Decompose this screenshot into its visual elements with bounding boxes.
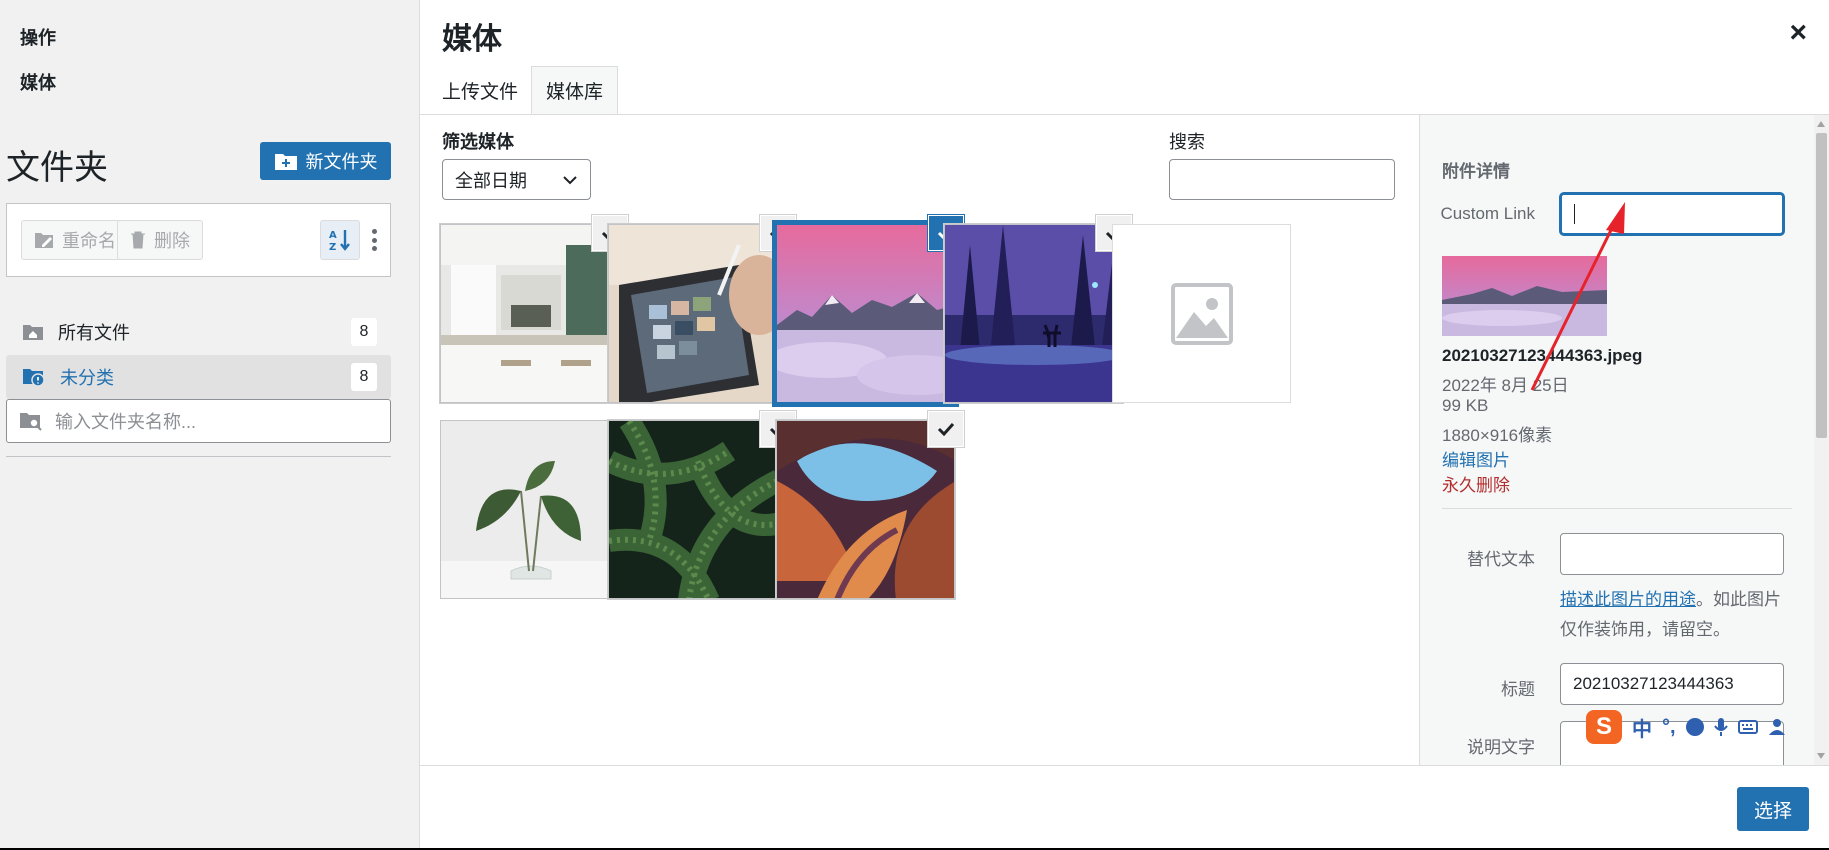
ime-logo-icon[interactable]: S: [1586, 710, 1622, 744]
folder-panel: 操作 媒体 文件夹 新文件夹 重命名 删除 A Z 所有文件 8 未分类 8 输…: [0, 0, 420, 848]
alt-text-help: 描述此图片的用途。如此图片仅作装饰用，请留空。: [1560, 585, 1790, 645]
trash-icon: [131, 231, 145, 249]
caption-label: 说明文字: [1467, 738, 1535, 757]
media-thumbnail: [944, 224, 1123, 403]
media-thumbnail: [440, 224, 619, 403]
media-thumbnail: [776, 224, 955, 403]
ime-punctuation[interactable]: °,: [1662, 716, 1676, 739]
close-button[interactable]: ×: [1789, 18, 1807, 48]
scroll-down-arrow-icon[interactable]: [1817, 753, 1825, 759]
image-placeholder-icon: [1170, 282, 1233, 345]
file-size: 99 KB: [1442, 396, 1489, 415]
scrollbar-thumb[interactable]: [1816, 133, 1827, 438]
svg-text:Z: Z: [329, 242, 336, 253]
divider: [1442, 508, 1792, 509]
folder-search-icon: [20, 413, 42, 431]
folder-count: 8: [351, 363, 377, 391]
tab-upload[interactable]: 上传文件: [428, 66, 532, 114]
divider: [6, 456, 391, 457]
media-thumbnail: [440, 420, 619, 599]
search-input[interactable]: [1169, 159, 1395, 200]
media-tile[interactable]: [944, 216, 1131, 403]
search-label: 搜索: [1169, 132, 1205, 152]
media-thumbnail: [608, 420, 787, 599]
media-tile[interactable]: [608, 412, 795, 599]
folder-search-input[interactable]: 输入文件夹名称...: [6, 399, 391, 443]
media-tile[interactable]: [608, 216, 795, 403]
modal-footer: 选择: [420, 765, 1829, 848]
date-filter-value: 全部日期: [455, 170, 527, 191]
modal-title: 媒体: [442, 23, 502, 56]
details-title: 附件详情: [1442, 162, 1510, 181]
alt-text-help-link[interactable]: 描述此图片的用途: [1560, 590, 1696, 609]
folder-label: 所有文件: [58, 323, 130, 343]
folder-alert-icon: [23, 369, 45, 387]
keyboard-icon[interactable]: [1737, 719, 1758, 735]
folder-search-placeholder: 输入文件夹名称...: [55, 412, 197, 432]
ime-toolbar[interactable]: S 中 °,: [1586, 706, 1829, 748]
filter-label: 筛选媒体: [442, 132, 514, 152]
scroll-up-arrow-icon[interactable]: [1817, 121, 1825, 127]
svg-text:A: A: [329, 230, 337, 241]
edit-image-link[interactable]: 编辑图片: [1442, 446, 1510, 471]
delete-permanently-link[interactable]: 永久删除: [1442, 471, 1510, 496]
folder-edit-icon: [35, 233, 53, 248]
menu-actions[interactable]: 操作: [20, 24, 56, 50]
media-thumbnail: [776, 420, 955, 599]
folder-home-icon: [23, 325, 43, 340]
folder-label: 未分类: [60, 368, 114, 388]
rename-label: 重命名: [62, 231, 116, 251]
rename-button[interactable]: 重命名: [21, 220, 129, 260]
sort-az-icon: A Z: [329, 230, 350, 253]
details-scrollbar[interactable]: [1814, 115, 1829, 765]
title-label: 标题: [1501, 680, 1535, 699]
media-tile[interactable]: [776, 412, 963, 599]
annotation-arrow-icon: [1530, 202, 1625, 391]
tab-media-library[interactable]: 媒体库: [531, 66, 619, 114]
folder-item-unsorted[interactable]: 未分类 8: [6, 355, 391, 399]
alt-text-input[interactable]: [1560, 533, 1784, 575]
folder-item-all[interactable]: 所有文件 8: [6, 310, 391, 354]
microphone-icon[interactable]: [1713, 717, 1728, 737]
chevron-down-icon: [563, 176, 577, 185]
folder-count: 8: [351, 318, 377, 346]
delete-label: 删除: [154, 231, 190, 251]
folder-plus-icon: [274, 154, 297, 170]
media-tile[interactable]: [440, 420, 619, 599]
media-tile[interactable]: [1112, 224, 1291, 403]
ime-mode[interactable]: 中: [1632, 713, 1652, 742]
folder-title: 文件夹: [6, 149, 108, 187]
date-filter-select[interactable]: 全部日期: [442, 159, 591, 200]
check-icon[interactable]: [929, 412, 963, 446]
title-input[interactable]: 20210327123444363: [1560, 663, 1784, 705]
media-thumbnail: [1112, 224, 1291, 403]
folder-toolbar: 重命名 删除 A Z: [6, 203, 391, 277]
media-tile-selected[interactable]: [776, 216, 963, 403]
user-icon[interactable]: [1768, 718, 1786, 736]
more-options-button[interactable]: [369, 226, 379, 254]
alt-text-label: 替代文本: [1467, 550, 1535, 569]
select-button[interactable]: 选择: [1737, 787, 1809, 831]
media-thumbnail: [608, 224, 787, 403]
emoji-icon[interactable]: [1685, 718, 1704, 736]
new-folder-button[interactable]: 新文件夹: [260, 142, 391, 180]
sort-button[interactable]: A Z: [320, 220, 360, 260]
custom-link-label: Custom Link: [1440, 204, 1535, 223]
delete-button[interactable]: 删除: [117, 220, 203, 260]
media-tile[interactable]: [440, 216, 627, 403]
image-dimensions: 1880×916像素: [1442, 426, 1553, 445]
menu-media[interactable]: 媒体: [20, 69, 56, 95]
new-folder-label: 新文件夹: [305, 152, 378, 172]
